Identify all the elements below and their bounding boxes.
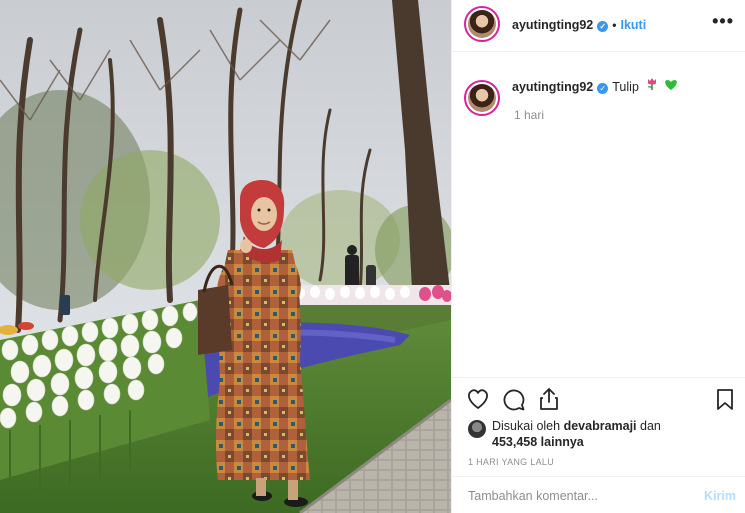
send-comment-button[interactable]: Kirim xyxy=(704,489,736,503)
likes-count[interactable]: 453,458 xyxy=(492,435,537,449)
author-avatar[interactable] xyxy=(464,6,500,42)
post-timestamp[interactable]: 1 HARI YANG LALU xyxy=(468,457,554,467)
share-icon[interactable] xyxy=(538,387,560,414)
caption-body: Tulip xyxy=(612,80,639,94)
tulip-garden-photo xyxy=(0,0,451,513)
liker-username[interactable]: devabramaji xyxy=(564,419,637,433)
likes-prefix: Disukai oleh xyxy=(492,419,561,433)
more-options-icon[interactable]: ••• xyxy=(712,12,734,30)
header-username-row: ayutingting92 ✓ • Ikuti xyxy=(512,18,646,32)
caption-text: ayutingting92 ✓ Tulip xyxy=(512,78,678,94)
bookmark-icon[interactable] xyxy=(716,388,734,414)
caption-avatar[interactable] xyxy=(464,80,500,116)
verified-badge-icon: ✓ xyxy=(597,21,609,32)
likes-suffix[interactable]: lainnya xyxy=(541,435,584,449)
likes-conjunction: dan xyxy=(640,419,661,433)
caption-username[interactable]: ayutingting92 xyxy=(512,80,593,94)
liker-avatar[interactable] xyxy=(468,420,486,438)
likes-text: Disukai oleh devabramaji dan 453,458 lai… xyxy=(492,418,661,450)
comment-icon[interactable] xyxy=(502,388,526,415)
author-username[interactable]: ayutingting92 xyxy=(512,18,593,32)
verified-badge-icon: ✓ xyxy=(597,83,609,94)
post-photo[interactable] xyxy=(0,0,451,513)
tulip-icon xyxy=(646,78,658,94)
separator-dot: • xyxy=(612,18,617,32)
green-heart-icon xyxy=(664,79,678,94)
like-heart-icon[interactable] xyxy=(466,388,490,413)
post-header: ayutingting92 ✓ • Ikuti ••• xyxy=(452,0,745,52)
post-panel: ayutingting92 ✓ • Ikuti ••• ayutingting92 ✓ T… xyxy=(451,0,745,513)
caption-time[interactable]: 1 hari xyxy=(514,108,544,122)
comment-input[interactable] xyxy=(468,489,688,503)
post-actions: Disukai oleh devabramaji dan 453,458 lai… xyxy=(452,377,745,513)
comment-form: Kirim xyxy=(452,476,745,513)
follow-button[interactable]: Ikuti xyxy=(620,18,646,32)
